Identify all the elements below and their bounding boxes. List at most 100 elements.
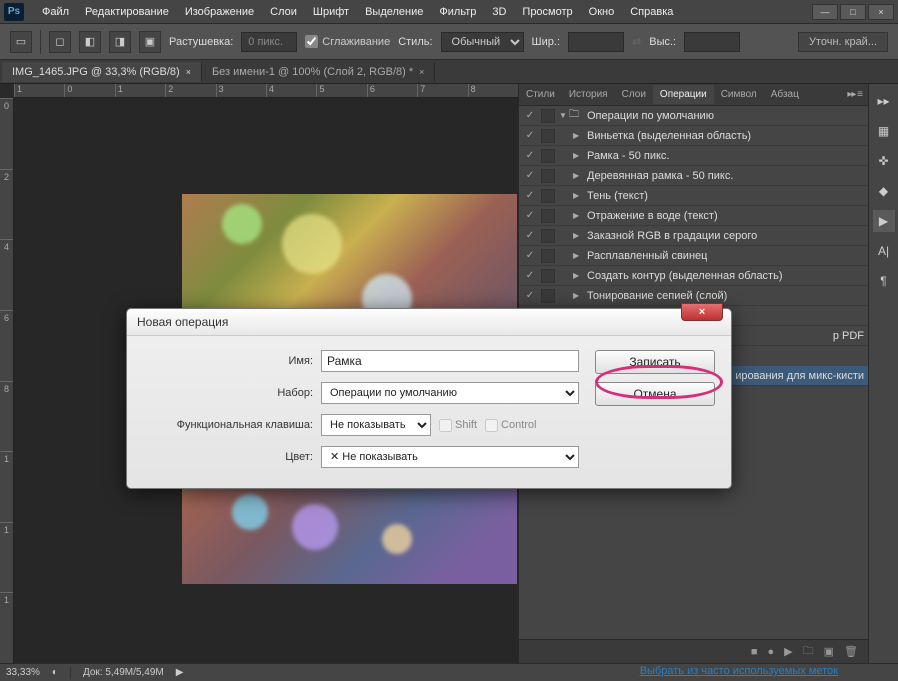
zoom-level[interactable]: 33,33% bbox=[6, 667, 40, 678]
document-tabs: IMG_1465.JPG @ 33,3% (RGB/8) × Без имени… bbox=[0, 60, 898, 84]
selection-subtract-icon[interactable]: ◨ bbox=[109, 31, 131, 53]
panel-menu-icon[interactable]: ▸▸ ≡ bbox=[841, 89, 868, 100]
tab-close-icon[interactable]: × bbox=[419, 67, 424, 77]
color-select[interactable]: ✕ Не показывать bbox=[321, 446, 579, 468]
disclosure-icon[interactable]: ▼ bbox=[559, 111, 569, 120]
action-row[interactable]: ✓▶Тень (текст) bbox=[519, 186, 868, 206]
tab-layers2[interactable]: Слои bbox=[615, 85, 653, 104]
height-input[interactable] bbox=[684, 32, 740, 52]
menu-edit[interactable]: Редактирование bbox=[77, 3, 177, 21]
doc-tab-active[interactable]: IMG_1465.JPG @ 33,3% (RGB/8) × bbox=[2, 62, 202, 82]
feather-label: Растушевка: bbox=[169, 36, 233, 48]
doc-tab-label: Без имени-1 @ 100% (Слой 2, RGB/8) * bbox=[212, 66, 413, 78]
action-label: Тонирование сепией (слой) bbox=[583, 290, 727, 302]
record-icon[interactable]: ● bbox=[768, 646, 775, 658]
action-set-label: Операции по умолчанию bbox=[583, 110, 714, 122]
refine-edge-button[interactable]: Уточн. край... bbox=[798, 32, 888, 52]
close-button[interactable]: × bbox=[868, 4, 894, 20]
action-row[interactable]: ✓▶Виньетка (выделенная область) bbox=[519, 126, 868, 146]
new-action-dialog: Новая операция × Имя: Набор: Операции по… bbox=[126, 308, 732, 489]
status-icon[interactable]: ◐ bbox=[52, 667, 58, 678]
doc-tab-inactive[interactable]: Без имени-1 @ 100% (Слой 2, RGB/8) * × bbox=[202, 62, 435, 82]
selection-add-icon[interactable]: ◧ bbox=[79, 31, 101, 53]
shift-checkbox[interactable]: Shift bbox=[439, 419, 477, 432]
action-label: Тень (текст) bbox=[583, 190, 648, 202]
cancel-button[interactable]: Отмена bbox=[595, 382, 715, 406]
set-select[interactable]: Операции по умолчанию bbox=[321, 382, 579, 404]
width-label: Шир.: bbox=[532, 36, 560, 48]
menu-view[interactable]: Просмотр bbox=[514, 3, 580, 21]
tab-character[interactable]: Символ bbox=[714, 85, 764, 104]
minimize-button[interactable]: — bbox=[812, 4, 838, 20]
new-action-icon[interactable]: ▣ bbox=[824, 645, 834, 658]
app-logo: Ps bbox=[4, 3, 24, 21]
ruler-vertical: 02468111 bbox=[0, 98, 14, 663]
layers-icon[interactable]: ◆ bbox=[873, 180, 895, 202]
action-row[interactable]: ✓▶Расплавленный свинец bbox=[519, 246, 868, 266]
action-label: Отражение в воде (текст) bbox=[583, 210, 718, 222]
action-label: ирования для микс-кисти bbox=[731, 370, 864, 382]
menu-type[interactable]: Шрифт bbox=[305, 3, 357, 21]
action-row[interactable]: ✓▶Отражение в воде (текст) bbox=[519, 206, 868, 226]
action-label: Создать контур (выделенная область) bbox=[583, 270, 783, 282]
menu-layers[interactable]: Слои bbox=[262, 3, 305, 21]
control-checkbox[interactable]: Control bbox=[485, 419, 536, 432]
adjustments-icon[interactable]: ✜ bbox=[873, 150, 895, 172]
action-label: Виньетка (выделенная область) bbox=[583, 130, 751, 142]
check-icon[interactable]: ✓ bbox=[523, 110, 537, 121]
menu-3d[interactable]: 3D bbox=[484, 3, 514, 21]
name-input[interactable] bbox=[321, 350, 579, 372]
menu-window[interactable]: Окно bbox=[581, 3, 623, 21]
action-row[interactable]: ✓▶Рамка - 50 пикс. bbox=[519, 146, 868, 166]
menu-filter[interactable]: Фильтр bbox=[431, 3, 484, 21]
set-label: Набор: bbox=[143, 387, 313, 399]
tab-actions[interactable]: Операции bbox=[653, 85, 714, 104]
menu-image[interactable]: Изображение bbox=[177, 3, 262, 21]
action-set-row[interactable]: ✓ ▼ 🗀 Операции по умолчанию bbox=[519, 106, 868, 126]
stop-icon[interactable]: ■ bbox=[751, 646, 758, 658]
name-label: Имя: bbox=[143, 355, 313, 367]
fkey-select[interactable]: Не показывать bbox=[321, 414, 431, 436]
action-label: Рамка - 50 пикс. bbox=[583, 150, 669, 162]
tab-styles[interactable]: Стили bbox=[519, 85, 562, 104]
panel-tabs: Стили История Слои Операции Символ Абзац… bbox=[519, 84, 868, 106]
action-row[interactable]: ✓▶Деревянная рамка - 50 пикс. bbox=[519, 166, 868, 186]
antialias-checkbox[interactable]: Сглаживание bbox=[305, 35, 390, 48]
new-set-icon[interactable]: 🗀 bbox=[803, 642, 814, 661]
doc-size[interactable]: Док: 5,49М/5,49М bbox=[83, 667, 164, 678]
actions-toolbar: ■ ● ▶ 🗀 ▣ 🗑 bbox=[519, 639, 868, 663]
selection-intersect-icon[interactable]: ▣ bbox=[139, 31, 161, 53]
tab-history[interactable]: История bbox=[562, 85, 615, 104]
dialog-close-button[interactable]: × bbox=[681, 303, 723, 321]
maximize-button[interactable]: □ bbox=[840, 4, 866, 20]
dialog-titlebar[interactable]: Новая операция × bbox=[127, 309, 731, 336]
menu-file[interactable]: Файл bbox=[34, 3, 77, 21]
selection-new-icon[interactable]: ◻ bbox=[49, 31, 71, 53]
action-row[interactable]: ✓▶Создать контур (выделенная область) bbox=[519, 266, 868, 286]
action-label: Деревянная рамка - 50 пикс. bbox=[583, 170, 733, 182]
paragraph-icon[interactable]: ¶ bbox=[873, 270, 895, 292]
color-label: Цвет: bbox=[143, 451, 313, 463]
tool-preset-icon[interactable]: ▭ bbox=[10, 31, 32, 53]
tab-paragraph[interactable]: Абзац bbox=[764, 85, 806, 104]
menu-help[interactable]: Справка bbox=[622, 3, 681, 21]
width-input[interactable] bbox=[568, 32, 624, 52]
actions-play-icon[interactable]: ▶ bbox=[873, 210, 895, 232]
action-row[interactable]: ✓▶Заказной RGB в градации серого bbox=[519, 226, 868, 246]
delete-icon[interactable]: 🗑 bbox=[844, 645, 858, 658]
folder-icon: 🗀 bbox=[569, 107, 583, 124]
menubar: Ps Файл Редактирование Изображение Слои … bbox=[0, 0, 898, 24]
tab-close-icon[interactable]: × bbox=[186, 67, 191, 77]
menu-select[interactable]: Выделение bbox=[357, 3, 431, 21]
play-icon[interactable]: ▶ bbox=[784, 645, 792, 658]
style-select[interactable]: Обычный bbox=[441, 32, 524, 52]
text-icon[interactable]: A| bbox=[873, 240, 895, 262]
height-label: Выс.: bbox=[649, 36, 676, 48]
record-button[interactable]: Записать bbox=[595, 350, 715, 374]
collapse-icon[interactable]: ▸▸ bbox=[873, 90, 895, 112]
status-arrow-icon[interactable]: ▶ bbox=[176, 667, 184, 678]
swatches-icon[interactable]: ▦ bbox=[873, 120, 895, 142]
dialog-toggle-icon[interactable] bbox=[541, 109, 555, 123]
feather-input[interactable] bbox=[241, 32, 297, 52]
bottom-link[interactable]: Выбрать из часто используемых меток bbox=[640, 665, 838, 677]
